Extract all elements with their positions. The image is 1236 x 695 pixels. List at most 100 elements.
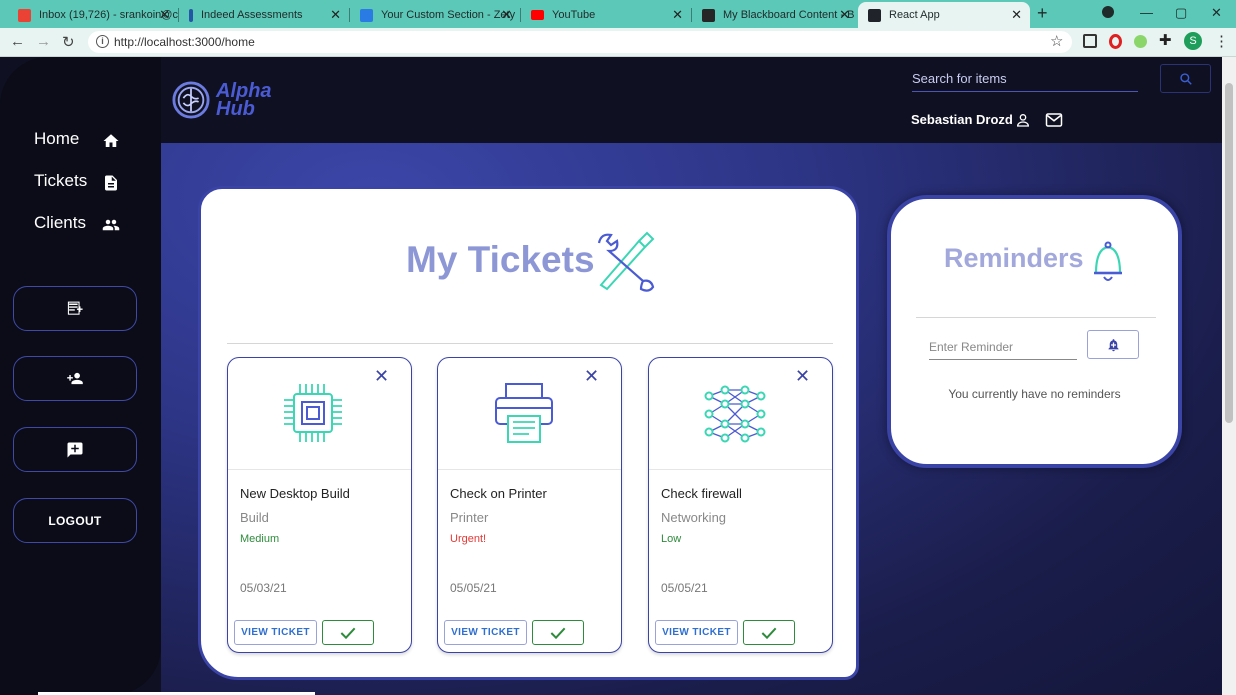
zety-icon	[360, 8, 373, 22]
ticket-date: 05/05/21	[450, 581, 497, 595]
add-user-button[interactable]	[13, 356, 137, 401]
bookmark-star-icon[interactable]: ☆	[1050, 32, 1063, 50]
ticket-priority: Low	[661, 533, 682, 545]
info-icon[interactable]: i	[96, 35, 109, 48]
ticket-category: Build	[240, 510, 269, 525]
close-icon[interactable]: ✕	[1011, 7, 1022, 23]
tab-title: My Blackboard Content - B	[723, 9, 855, 21]
url-text: http://localhost:3000/home	[114, 35, 255, 49]
indeed-icon	[189, 8, 193, 22]
cpu-icon	[284, 384, 342, 442]
reload-icon[interactable]: ↻	[62, 33, 75, 51]
view-ticket-label: VIEW TICKET	[241, 627, 310, 638]
close-icon[interactable]: ✕	[330, 7, 341, 23]
sidebar-item-home[interactable]: Home	[34, 129, 119, 149]
ticket-date: 05/05/21	[661, 581, 708, 595]
close-icon[interactable]: ✕	[159, 7, 170, 23]
sidebar-item-label: Clients	[34, 213, 86, 232]
puzzle-icon[interactable]: ✚	[1159, 31, 1172, 49]
ticket-date: 05/03/21	[240, 581, 287, 595]
user-info: Sebastian Drozd	[911, 112, 1063, 127]
complete-ticket-button[interactable]	[322, 620, 374, 645]
add-comment-button[interactable]	[13, 427, 137, 472]
logout-button[interactable]: LOGOUT	[13, 498, 137, 543]
address-bar[interactable]: i http://localhost:3000/home ☆	[88, 31, 1072, 53]
sidebar-item-label: Tickets	[34, 171, 88, 190]
bell-icon	[1094, 241, 1122, 281]
new-tab-icon[interactable]: +	[1037, 3, 1048, 24]
page-title: My Tickets	[406, 239, 595, 280]
close-icon[interactable]: ✕	[501, 7, 512, 23]
add-comment-icon	[67, 442, 83, 457]
tab-title: YouTube	[552, 9, 596, 21]
browser-toolbar: ← → ↻ i http://localhost:3000/home ☆ ✚ S…	[0, 28, 1236, 57]
tab-title: Inbox (19,726) - srankoin@c	[39, 9, 178, 21]
react-icon	[868, 8, 881, 22]
complete-ticket-button[interactable]	[532, 620, 584, 645]
close-icon[interactable]: ✕	[795, 366, 810, 387]
browser-tab[interactable]: Inbox (19,726) - srankoin@c ✕	[8, 2, 178, 28]
browser-tab[interactable]: Your Custom Section - Zety ✕	[350, 2, 520, 28]
complete-ticket-button[interactable]	[743, 620, 795, 645]
view-ticket-button[interactable]: VIEW TICKET	[444, 620, 527, 645]
add-note-icon	[67, 301, 83, 315]
scrollbar-thumb[interactable]	[1225, 83, 1233, 423]
check-icon	[761, 627, 777, 639]
avatar[interactable]: S	[1184, 32, 1202, 50]
search-field	[912, 65, 1138, 92]
extension-icon[interactable]	[1134, 35, 1147, 48]
maximize-icon[interactable]: ▢	[1175, 5, 1187, 21]
minimize-icon[interactable]: —	[1140, 5, 1153, 20]
sidebar-item-label: Home	[34, 129, 80, 148]
search-button[interactable]	[1160, 64, 1211, 93]
ticket-title: Check firewall	[661, 486, 742, 501]
reminders-panel: Reminders You currently have no reminder…	[887, 195, 1182, 468]
browser-tab[interactable]: Indeed Assessments ✕	[179, 2, 349, 28]
sidebar-item-clients[interactable]: Clients	[34, 213, 120, 233]
user-name: Sebastian Drozd	[911, 112, 1013, 127]
check-icon	[550, 627, 566, 639]
reminders-title: Reminders	[944, 243, 1084, 273]
ticket-title: New Desktop Build	[240, 486, 350, 501]
home-icon	[103, 134, 119, 147]
logout-label: LOGOUT	[48, 513, 102, 528]
sidebar-item-tickets[interactable]: Tickets	[34, 171, 117, 191]
back-icon[interactable]: ←	[10, 33, 25, 50]
bell-plus-icon	[1108, 338, 1118, 351]
logo-line: Hub	[216, 98, 255, 120]
app-root: Home Tickets Clients LOGOUT Alpha Hub Se…	[0, 57, 1222, 695]
network-icon	[704, 385, 766, 443]
close-icon[interactable]: ✕	[374, 366, 389, 387]
browser-tab-active[interactable]: React App ✕	[858, 2, 1030, 28]
ticket-card: ✕ New Desktop Build Build Medium 05/03/2…	[227, 357, 412, 653]
view-ticket-button[interactable]: VIEW TICKET	[655, 620, 738, 645]
ticket-card: ✕ Check on Printer Printer Urgent! 05/05…	[437, 357, 622, 653]
close-icon[interactable]: ✕	[839, 7, 850, 23]
add-reminder-button[interactable]	[1087, 330, 1139, 359]
search-input[interactable]	[912, 65, 1138, 91]
user-icon[interactable]	[1015, 112, 1031, 128]
reminder-input[interactable]	[929, 334, 1077, 360]
view-ticket-button[interactable]: VIEW TICKET	[234, 620, 317, 645]
close-icon[interactable]: ✕	[584, 366, 599, 387]
scrollbar[interactable]	[1222, 57, 1236, 695]
ticket-priority: Medium	[240, 533, 280, 545]
profile-menu-icon[interactable]	[1102, 6, 1114, 18]
add-user-icon	[67, 372, 83, 385]
extension-icon[interactable]	[1083, 34, 1097, 48]
close-icon[interactable]: ✕	[672, 7, 683, 23]
window-close-icon[interactable]: ✕	[1211, 5, 1222, 21]
brain-logo-icon	[172, 81, 210, 119]
tools-icon	[597, 231, 655, 292]
browser-tab[interactable]: My Blackboard Content - B ✕	[692, 2, 858, 28]
ticket-priority: Urgent!	[450, 533, 487, 545]
sidebar: Home Tickets Clients LOGOUT	[0, 57, 161, 695]
browser-tab[interactable]: YouTube ✕	[521, 2, 691, 28]
mail-icon[interactable]	[1045, 112, 1063, 128]
menu-icon[interactable]: ⋮	[1214, 32, 1229, 50]
divider	[916, 317, 1156, 318]
add-note-button[interactable]	[13, 286, 137, 331]
forward-icon[interactable]: →	[36, 33, 51, 50]
view-ticket-label: VIEW TICKET	[451, 627, 520, 638]
opera-icon[interactable]	[1109, 34, 1122, 49]
